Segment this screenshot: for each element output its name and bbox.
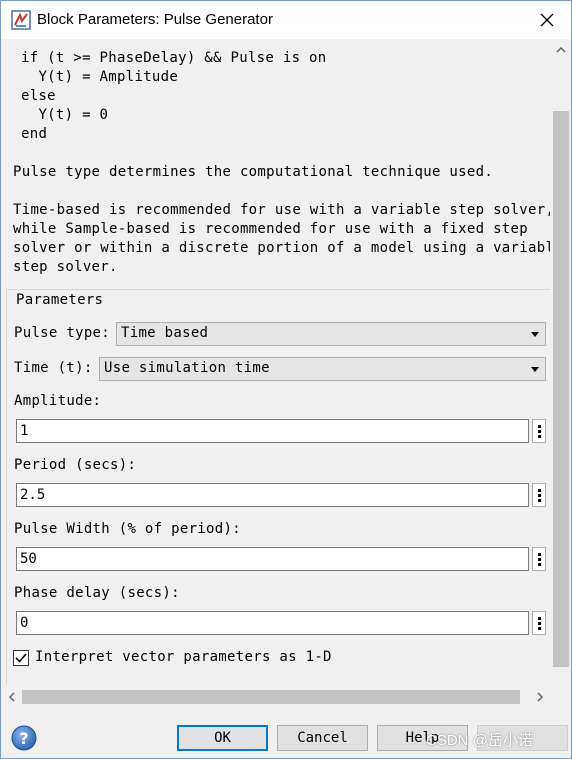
amplitude-field[interactable] [16,419,529,443]
chevron-down-icon [531,367,539,372]
dialog-content: if (t >= PhaseDelay) && Pulse is on Y(t)… [2,39,550,687]
pulse-width-input[interactable] [17,548,528,570]
scroll-left-arrow-icon[interactable] [5,690,19,704]
pulse-type-description: Pulse type determines the computational … [13,164,494,180]
phase-delay-field[interactable] [16,611,529,635]
cancel-button[interactable]: Cancel [277,725,368,751]
solver-description-line: Time-based is recommended for use with a… [13,202,550,218]
code-line: Y(t) = Amplitude [21,69,179,85]
dialog-window: Block Parameters: Pulse Generator if (t … [0,0,572,759]
code-line: else [21,88,56,104]
solver-description-line: while Sample-based is recommended for us… [13,221,528,237]
solver-description-line: step solver. [13,259,118,275]
pulse-width-label: Pulse Width (% of period): [14,521,241,537]
time-value: Use simulation time [104,360,270,376]
vertical-scrollbar[interactable] [551,39,571,687]
time-dropdown[interactable]: Use simulation time [99,357,546,381]
amplitude-input[interactable] [17,420,528,442]
period-input[interactable] [17,484,528,506]
phase-delay-menu-button[interactable] [532,611,546,635]
ok-button[interactable]: OK [177,725,268,751]
window-title: Block Parameters: Pulse Generator [37,11,273,28]
period-field[interactable] [16,483,529,507]
simulink-block-icon [11,10,31,30]
vertical-scroll-thumb[interactable] [553,111,569,667]
interpret-vector-label: Interpret vector parameters as 1-D [35,649,332,665]
interpret-vector-checkbox[interactable] [13,650,29,666]
horizontal-scrollbar[interactable] [2,687,551,707]
phase-delay-input[interactable] [17,612,528,634]
amplitude-label: Amplitude: [14,393,102,409]
code-line: if (t >= PhaseDelay) && Pulse is on [21,50,327,66]
horizontal-scroll-thumb[interactable] [22,690,520,704]
scroll-right-arrow-icon[interactable] [533,690,547,704]
period-menu-button[interactable] [532,483,546,507]
period-label: Period (secs): [14,457,137,473]
help-question-icon[interactable]: ? [11,725,37,751]
close-icon[interactable] [537,10,557,30]
code-line: Y(t) = 0 [21,107,109,123]
scroll-up-arrow-icon[interactable] [554,43,568,57]
pulse-type-label: Pulse type: [14,325,111,341]
chevron-down-icon [531,332,539,337]
code-line: end [21,126,48,142]
watermark: CSDN @岳小诺 [426,732,533,749]
time-label: Time (t): [14,360,93,376]
pulse-width-menu-button[interactable] [532,547,546,571]
svg-text:?: ? [19,729,28,748]
amplitude-menu-button[interactable] [532,419,546,443]
pulse-type-dropdown[interactable]: Time based [116,322,546,346]
checkmark-icon [15,653,27,663]
parameters-legend: Parameters [12,292,108,308]
pulse-type-value: Time based [121,325,209,341]
phase-delay-label: Phase delay (secs): [14,585,180,601]
pulse-width-field[interactable] [16,547,529,571]
solver-description-line: solver or within a discrete portion of a… [13,240,550,256]
title-bar: Block Parameters: Pulse Generator [1,1,571,39]
